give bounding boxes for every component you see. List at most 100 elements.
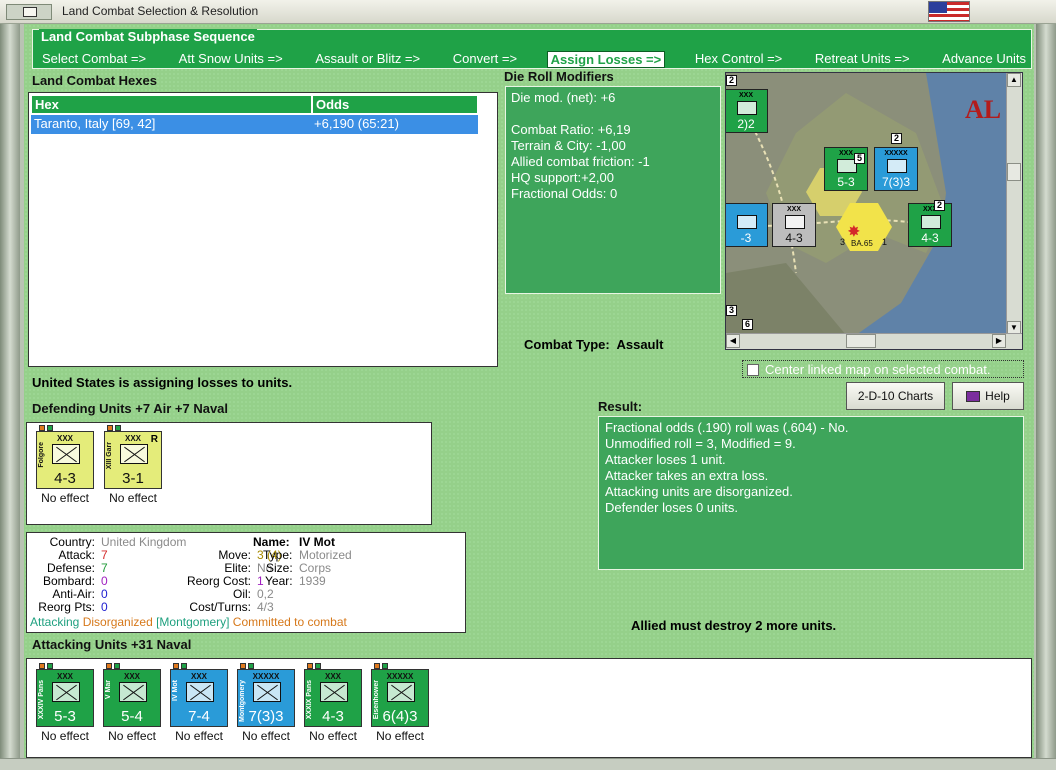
scroll-right-button[interactable]: ▶ (992, 334, 1006, 348)
unit-detail: Country: United Kingdom Attack: 7 Defens… (26, 532, 466, 633)
supply-marker-icon (106, 663, 112, 669)
scroll-thumb-horizontal[interactable] (846, 334, 876, 348)
left-border (0, 24, 20, 760)
result-line: Attacker loses 1 unit. (605, 452, 726, 467)
subphase-step[interactable]: Retreat Units => (812, 51, 913, 68)
map-unit-size: XXX (738, 92, 753, 99)
unit-symbol-icon (785, 215, 805, 229)
unit-result-label: No effect (108, 729, 156, 743)
stack-count-badge: 3 (726, 305, 737, 316)
supply-marker-icon (39, 663, 45, 669)
supply-marker-icon (374, 663, 380, 669)
hex-left-number: 3 (840, 237, 846, 247)
subphase-step[interactable]: Convert => (450, 51, 520, 68)
map-unit-strength: 4-3 (785, 231, 803, 245)
map-unit-counter[interactable]: XXX 2)2 (726, 89, 768, 133)
hex-right-number: 1 (882, 237, 888, 247)
subphase-step[interactable]: Advance Units (939, 51, 1029, 68)
defending-units: XXX Folgore 4-3 No effect XXX XIII Garr 3-1 R No… (26, 422, 432, 525)
stack-count-badge: 2 (891, 133, 902, 144)
unit-counter[interactable]: XXXXX Montgomery 7(3)3 (237, 663, 295, 727)
map-unit-strength: 7(3)3 (881, 175, 910, 189)
year-value: 1939 (299, 574, 326, 588)
table-row[interactable]: Taranto, Italy [69, 42] +6,190 (65:21) (31, 115, 478, 134)
year-key: Year: (265, 574, 293, 588)
map-unit-strength: 4-3 (921, 231, 939, 245)
status-marker-icon (382, 663, 388, 669)
unit-counter[interactable]: XXX V Mar 5-4 (103, 663, 161, 727)
unit-counter[interactable]: XXXXX Eisenhower 6(4)3 (371, 663, 429, 727)
status-marker-icon (181, 663, 187, 669)
tag-disorganized: Disorganized (82, 615, 153, 629)
map-unit-counter[interactable]: -3 (726, 203, 768, 247)
column-header-hex[interactable]: Hex (31, 95, 312, 114)
country-value: United Kingdom (101, 535, 187, 549)
status-marker-icon (115, 425, 121, 431)
unit-size: XXX (324, 672, 341, 681)
status-marker-icon (315, 663, 321, 669)
help-label: Help (985, 389, 1010, 403)
die-roll-line: Allied combat friction: -1 (511, 154, 650, 169)
map-horizontal-scrollbar[interactable]: ◀ ▶ (726, 333, 1022, 349)
unit-strength: 7-4 (188, 708, 210, 725)
main-panel: Land Combat Subphase Sequence Select Com… (24, 24, 1034, 758)
map-unit-counter[interactable]: XXXXX 7(3)3 (874, 147, 918, 191)
unit-strength: 4-3 (54, 470, 76, 487)
infantry-symbol-icon (320, 682, 348, 702)
stack-count-badge: 2 (726, 75, 737, 86)
center-linked-map-checkbox[interactable]: Center linked map on selected combat. (742, 360, 1024, 378)
scroll-up-button[interactable]: ▲ (1007, 73, 1021, 87)
row-odds: +6,190 (65:21) (314, 116, 399, 131)
explosion-icon: ✸ (848, 223, 860, 239)
unit-strength: 7(3)3 (248, 708, 284, 725)
reorg-pts-key: Reorg Pts: (38, 600, 95, 614)
infantry-symbol-icon (186, 682, 214, 702)
center-linked-label: Center linked map on selected combat. (765, 362, 991, 377)
map-vertical-scrollbar[interactable]: ▲ ▼ (1006, 73, 1022, 335)
status-marker-icon (248, 663, 254, 669)
unit-counter[interactable]: XXX XXXIV Pans 5-3 (36, 663, 94, 727)
unit-strength: 4-3 (322, 708, 344, 725)
subphase-title: Land Combat Subphase Sequence (39, 29, 257, 44)
subphase-step[interactable]: Assault or Blitz => (312, 51, 423, 68)
unit-badge: R (150, 434, 158, 445)
unit-result-label: No effect (175, 729, 223, 743)
combat-type-value: Assault (616, 337, 664, 352)
subphase-step[interactable]: Hex Control => (692, 51, 785, 68)
subphase-step[interactable]: Assign Losses => (546, 51, 666, 68)
cost-turns-key: Cost/Turns: (189, 600, 251, 614)
must-destroy-text: Allied must destroy 2 more units. (631, 618, 837, 633)
unit-counter[interactable]: XXX XIII Garr 3-1 R (104, 425, 162, 489)
help-button[interactable]: Help (952, 382, 1024, 410)
map-unit-size: XXX (786, 206, 801, 213)
system-menu-button[interactable] (6, 4, 52, 20)
result-line: Attacker takes an extra loss. (605, 468, 769, 483)
result-line: Unmodified roll = 3, Modified = 9. (605, 436, 796, 451)
scroll-left-button[interactable]: ◀ (726, 334, 740, 348)
tag-attacking: Attacking (30, 615, 80, 629)
attacking-units: XXX XXXIV Pans 5-3 No effect XXX V Mar 5-4 No e… (26, 658, 1032, 758)
unit-strength: 6(4)3 (382, 708, 418, 725)
subphase-step[interactable]: Select Combat => (39, 51, 149, 68)
unit-strength: 3-1 (122, 470, 144, 487)
unit-symbol-icon (887, 159, 907, 173)
result-box: Fractional odds (.190) roll was (.604) -… (598, 416, 1024, 570)
map-unit-counter[interactable]: XXX 4-3 (908, 203, 952, 247)
map-area-label: AL (965, 95, 1002, 124)
map-unit-strength: 2)2 (737, 117, 755, 131)
checkbox-box[interactable] (747, 364, 759, 376)
linked-map[interactable]: AL XXX 5-3 XXXXX 7(3)3 XXX 4-3 XXX 4-3 XXX 2)2 -3 2… (725, 72, 1023, 350)
unit-counter[interactable]: XXX IV Mot 7-4 (170, 663, 228, 727)
subphase-step[interactable]: Att Snow Units => (176, 51, 286, 68)
infantry-symbol-icon (120, 444, 148, 464)
map-unit-counter[interactable]: XXX 4-3 (772, 203, 816, 247)
scroll-thumb-vertical[interactable] (1007, 163, 1021, 181)
supply-marker-icon (39, 425, 45, 431)
column-header-odds[interactable]: Odds (312, 95, 478, 114)
unit-counter[interactable]: XXX Folgore 4-3 (36, 425, 94, 489)
combat-type-label: Combat Type: (524, 337, 610, 352)
status-marker-icon (47, 425, 53, 431)
unit-counter[interactable]: XXX XXXIX Pans 4-3 (304, 663, 362, 727)
charts-button[interactable]: 2-D-10 Charts (846, 382, 945, 410)
infantry-symbol-icon (387, 682, 415, 702)
